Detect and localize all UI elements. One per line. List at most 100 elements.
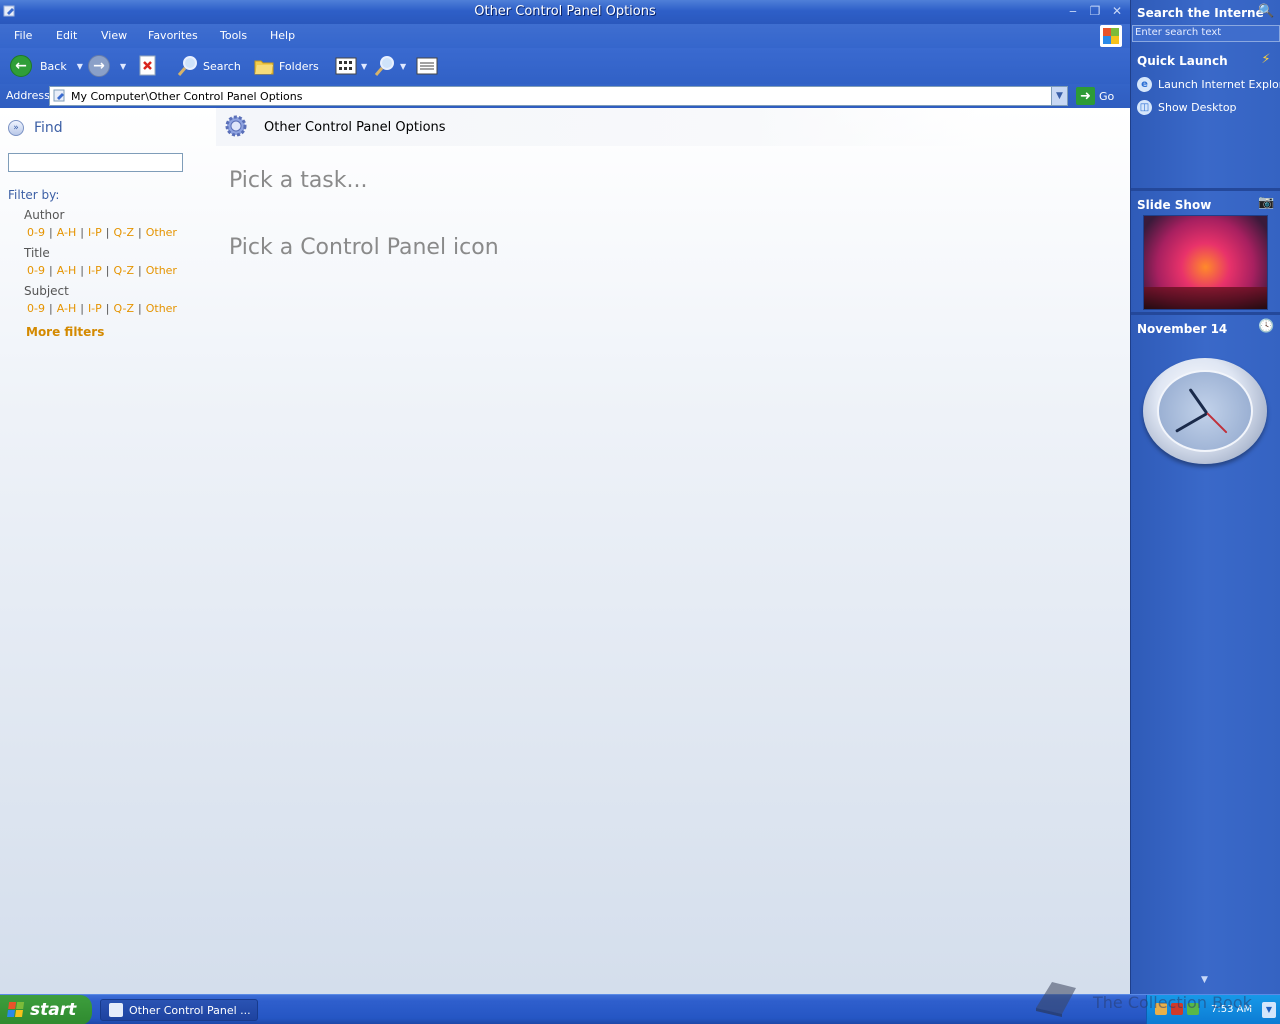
windows-flag-icon bbox=[7, 1002, 25, 1018]
find-input[interactable] bbox=[8, 153, 183, 172]
gear-icon bbox=[225, 115, 247, 137]
zoom-button[interactable]: ▼ bbox=[374, 54, 406, 78]
control-panel-icon bbox=[53, 89, 65, 102]
address-value: My Computer\Other Control Panel Options bbox=[71, 90, 303, 103]
search-icon bbox=[177, 56, 197, 76]
menu-help[interactable]: Help bbox=[270, 29, 295, 42]
title-bar[interactable]: Other Control Panel Options ‒ ❐ ✕ bbox=[0, 0, 1130, 24]
book-icon bbox=[1036, 982, 1076, 1017]
filter-link[interactable]: 0-9 bbox=[27, 226, 45, 239]
menu-tools[interactable]: Tools bbox=[220, 29, 247, 42]
clock-face bbox=[1157, 370, 1253, 452]
more-filters-link[interactable]: More filters bbox=[26, 325, 104, 339]
sidebar-search-input[interactable]: Enter search text bbox=[1132, 25, 1280, 42]
close-button[interactable]: ✕ bbox=[1110, 4, 1124, 18]
zoom-dropdown-icon[interactable]: ▼ bbox=[400, 62, 406, 71]
filter-group-title: Title 0-9 | A-H | I-P | Q-Z | Other bbox=[24, 246, 177, 277]
filter-label-subject: Subject bbox=[24, 284, 69, 298]
slideshow-image[interactable] bbox=[1143, 215, 1268, 310]
pick-task-heading: Pick a task... bbox=[229, 168, 368, 193]
taskbar-button-label: Other Control Panel ... bbox=[129, 1003, 251, 1017]
views-icon bbox=[335, 57, 357, 75]
find-header[interactable]: » Find bbox=[8, 120, 63, 136]
filter-link[interactable]: Other bbox=[146, 264, 177, 277]
search-icon[interactable]: 🔍 bbox=[1258, 4, 1274, 20]
stop-icon bbox=[139, 55, 156, 76]
page-header: Other Control Panel Options bbox=[216, 108, 976, 146]
toolbar: ← Back ▼ → ▼ Search Folders ▼ ▼ bbox=[0, 48, 1130, 84]
go-label: Go bbox=[1099, 89, 1115, 103]
quick-launch-item-ie[interactable]: e Launch Internet Explore bbox=[1137, 77, 1280, 92]
hour-hand bbox=[1188, 388, 1209, 415]
filter-link[interactable]: Other bbox=[146, 302, 177, 315]
camera-icon[interactable]: 📷 bbox=[1258, 195, 1274, 211]
internet-explorer-icon: e bbox=[1137, 77, 1152, 92]
clock-date-title: November 14 bbox=[1137, 322, 1228, 336]
forward-button[interactable]: → ▼ bbox=[88, 54, 126, 78]
taskbar-button-control-panel[interactable]: Other Control Panel ... bbox=[100, 999, 258, 1021]
filter-link[interactable]: I-P bbox=[88, 226, 102, 239]
search-label: Search bbox=[203, 59, 241, 73]
second-hand bbox=[1206, 412, 1228, 434]
address-dropdown-icon[interactable]: ▼ bbox=[1051, 87, 1067, 105]
filter-link[interactable]: I-P bbox=[88, 264, 102, 277]
menu-view[interactable]: View bbox=[101, 29, 127, 42]
address-input[interactable]: My Computer\Other Control Panel Options … bbox=[49, 86, 1068, 106]
quick-launch-label: Show Desktop bbox=[1158, 101, 1237, 114]
windows-logo-icon bbox=[1100, 25, 1122, 47]
go-icon: ➜ bbox=[1076, 87, 1095, 105]
filter-links-author: 0-9 | A-H | I-P | Q-Z | Other bbox=[27, 226, 177, 239]
slideshow-title: Slide Show bbox=[1137, 198, 1212, 212]
filter-link[interactable]: A-H bbox=[57, 264, 77, 277]
back-button[interactable]: ← Back ▼ bbox=[10, 54, 83, 78]
sidebar-scroll-down-icon[interactable]: ▼ bbox=[1201, 975, 1208, 985]
minimize-button[interactable]: ‒ bbox=[1066, 4, 1080, 18]
magnifier-icon bbox=[374, 56, 394, 76]
menu-favorites[interactable]: Favorites bbox=[148, 29, 198, 42]
pick-icon-heading: Pick a Control Panel icon bbox=[229, 235, 499, 260]
find-title: Find bbox=[34, 120, 63, 136]
filter-link[interactable]: A-H bbox=[57, 302, 77, 315]
watermark-text: The Collection Book bbox=[1093, 993, 1252, 1012]
menu-edit[interactable]: Edit bbox=[56, 29, 77, 42]
quick-launch-title: Quick Launch bbox=[1137, 54, 1228, 68]
address-label: Address bbox=[6, 89, 50, 102]
find-pane: » Find Filter by: Author 0-9 | A-H | I-P | Q-Z… bbox=[0, 108, 200, 994]
folders-label: Folders bbox=[279, 59, 319, 73]
filter-link[interactable]: Q-Z bbox=[114, 226, 134, 239]
filter-label-title: Title bbox=[24, 246, 50, 260]
start-label: start bbox=[30, 1000, 77, 1020]
filter-link[interactable]: Q-Z bbox=[114, 264, 134, 277]
properties-button[interactable] bbox=[416, 54, 438, 78]
sidebar-divider bbox=[1131, 188, 1280, 191]
search-internet-title: Search the Interne bbox=[1137, 6, 1264, 20]
go-button[interactable]: ➜ Go bbox=[1076, 87, 1114, 105]
views-button[interactable]: ▼ bbox=[335, 54, 367, 78]
taskbar: start Other Control Panel ... 7:53 AM ▼ bbox=[0, 994, 1280, 1024]
folders-button[interactable]: Folders bbox=[253, 54, 319, 78]
filter-link[interactable]: 0-9 bbox=[27, 264, 45, 277]
start-button[interactable]: start bbox=[0, 995, 92, 1024]
stop-button[interactable] bbox=[138, 54, 158, 78]
menu-file[interactable]: File bbox=[14, 29, 32, 42]
back-dropdown-icon[interactable]: ▼ bbox=[77, 62, 83, 71]
sidebar-divider bbox=[1131, 312, 1280, 315]
filter-link[interactable]: 0-9 bbox=[27, 302, 45, 315]
back-label: Back bbox=[40, 59, 67, 73]
restore-button[interactable]: ❐ bbox=[1088, 4, 1102, 18]
search-button[interactable]: Search bbox=[177, 54, 241, 78]
forward-dropdown-icon[interactable]: ▼ bbox=[120, 62, 126, 71]
filter-link[interactable]: A-H bbox=[57, 226, 77, 239]
window-title: Other Control Panel Options bbox=[474, 4, 656, 19]
page-title: Other Control Panel Options bbox=[264, 120, 446, 135]
filter-link[interactable]: I-P bbox=[88, 302, 102, 315]
views-dropdown-icon[interactable]: ▼ bbox=[361, 62, 367, 71]
minute-hand bbox=[1175, 412, 1208, 433]
clock-icon[interactable]: 🕓 bbox=[1258, 319, 1274, 335]
find-icon: » bbox=[8, 120, 24, 136]
forward-arrow-icon: → bbox=[88, 55, 110, 77]
filter-link[interactable]: Other bbox=[146, 226, 177, 239]
quick-launch-item-desktop[interactable]: ◫ Show Desktop bbox=[1137, 100, 1237, 115]
filter-link[interactable]: Q-Z bbox=[114, 302, 134, 315]
tray-menu-icon[interactable]: ▼ bbox=[1262, 1002, 1276, 1018]
